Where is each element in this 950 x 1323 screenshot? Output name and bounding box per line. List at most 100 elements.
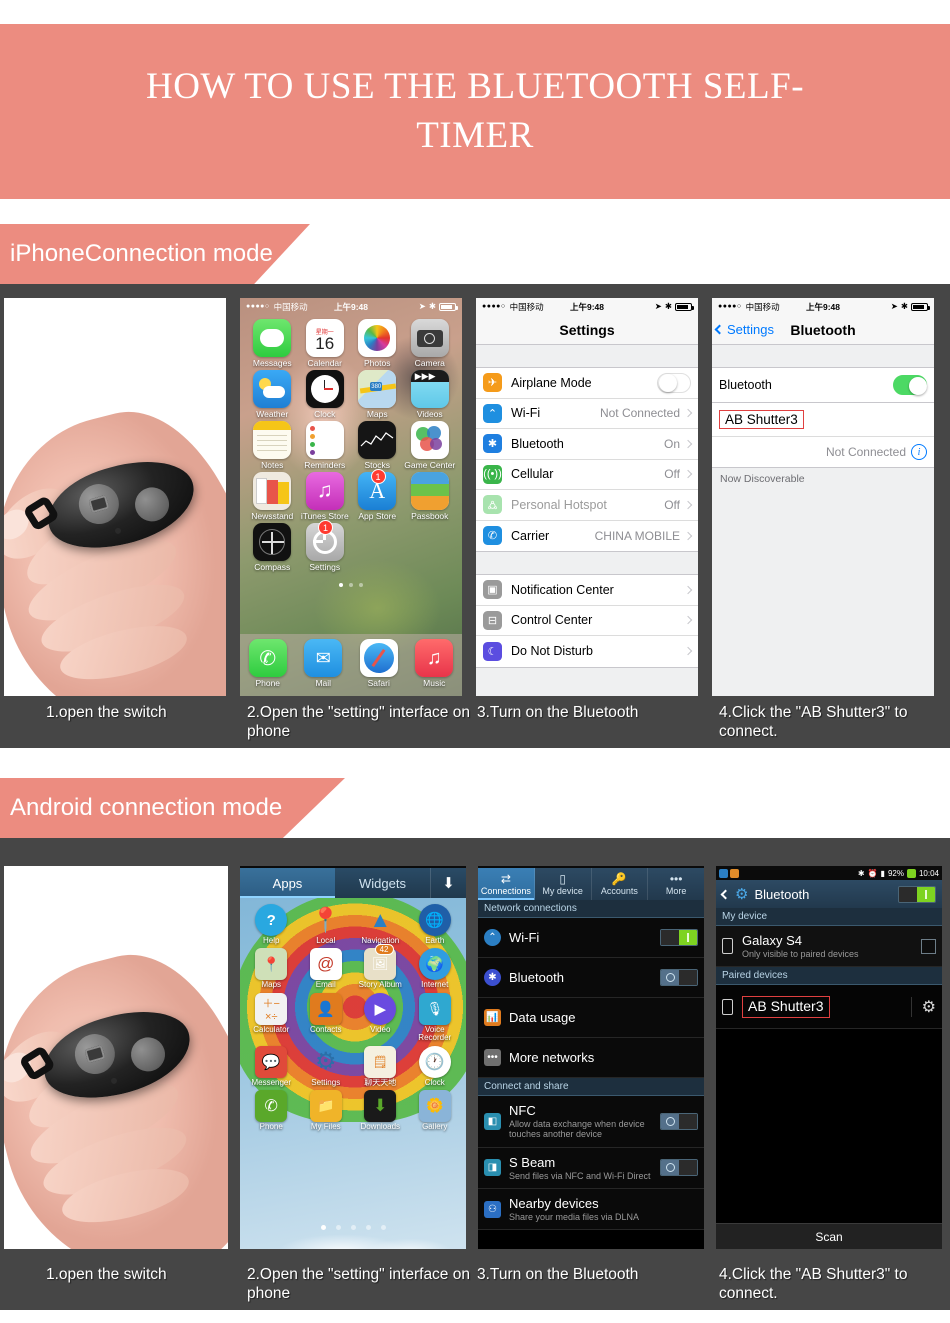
visibility-checkbox[interactable]	[921, 938, 936, 954]
shutter-button[interactable]	[74, 479, 124, 529]
dock-app-music[interactable]: ♫ Music	[415, 639, 454, 688]
app-navigation[interactable]: ▲ Navigation	[353, 904, 408, 945]
app-clock[interactable]: 🕐 Clock	[408, 1045, 463, 1087]
power-button[interactable]	[127, 1033, 170, 1076]
device-settings-gear-icon[interactable]: ⚙	[910, 996, 936, 1017]
app-photos[interactable]: Photos	[351, 319, 404, 368]
app-calendar[interactable]: 星期一 16 Calendar	[299, 319, 352, 368]
app-gallery[interactable]: 🌼 Gallery	[408, 1089, 463, 1131]
app-notes[interactable]: Notes	[246, 421, 299, 470]
bluetooth-toggle-row[interactable]: Bluetooth	[712, 368, 934, 402]
settings-row-notification-center[interactable]: ▣ Notification Center	[476, 575, 698, 606]
app-weather[interactable]: Weather	[246, 370, 299, 419]
app-clock[interactable]: Clock	[299, 370, 352, 419]
app-reminders[interactable]: Reminders	[299, 421, 352, 470]
app-compass[interactable]: Compass	[246, 523, 299, 572]
app-maps[interactable]: 380 Maps	[351, 370, 404, 419]
app-label: Calculator	[253, 1024, 290, 1034]
dock-app-mail[interactable]: ✉ Mail	[304, 639, 343, 688]
app-game-center[interactable]: Game Center	[404, 421, 457, 470]
app-settings[interactable]: 1 Settings	[299, 520, 352, 572]
scan-button[interactable]: Scan	[716, 1223, 942, 1249]
device-status-row[interactable]: Not Connected i	[712, 437, 934, 467]
app-settings[interactable]: ⚙ Settings	[299, 1046, 354, 1087]
device-icon	[722, 998, 733, 1015]
app-camera[interactable]: Camera	[404, 319, 457, 368]
notification-center-icon: ▣	[483, 580, 502, 600]
bluetooth-toggle[interactable]	[898, 885, 936, 903]
tab-label: Connections	[480, 885, 531, 896]
app-videos[interactable]: ▶▶▶ Videos	[404, 370, 457, 419]
app-maps[interactable]: 📍 Maps	[244, 948, 299, 989]
row-my-device[interactable]: Galaxy S4 Only visible to paired devices	[716, 926, 942, 968]
app-app-store[interactable]: 1 A App Store	[351, 469, 404, 521]
row-paired-ab-shutter3[interactable]: AB Shutter3 ⚙	[716, 985, 942, 1030]
nfc-toggle[interactable]	[660, 1112, 698, 1130]
navbar-title: Bluetooth	[790, 321, 856, 338]
app-phone[interactable]: ✆ Phone	[244, 1089, 299, 1131]
row-label: Carrier	[511, 528, 550, 543]
dock-app-safari[interactable]: Safari	[359, 639, 398, 688]
section-tag-android: Android connection mode	[0, 778, 345, 838]
row-more-networks[interactable]: ••• More networks	[478, 1038, 704, 1078]
info-icon[interactable]: i	[911, 444, 927, 460]
app-video[interactable]: ▶ Video	[353, 992, 408, 1043]
tab-my-device[interactable]: ▯ My device	[535, 868, 592, 900]
app-help[interactable]: ? Help	[244, 904, 299, 945]
settings-row-wifi[interactable]: ⌃ Wi-Fi Not Connected	[476, 399, 698, 429]
airplane-mode-toggle[interactable]	[657, 372, 691, 393]
power-button[interactable]	[131, 483, 174, 526]
row-nearby-devices[interactable]: ⚇ Nearby devices Share your media files …	[478, 1189, 704, 1231]
app-my-files[interactable]: 📁 My Files	[299, 1089, 354, 1131]
tab-connections[interactable]: ⇄ Connections	[478, 868, 535, 900]
dock-app-phone[interactable]: ✆ Phone	[248, 639, 287, 688]
row-data-usage[interactable]: 📊 Data usage	[478, 998, 704, 1038]
app-messenger[interactable]: 💬 Messenger	[244, 1045, 299, 1087]
bluetooth-navbar: Settings Bluetooth	[712, 315, 934, 345]
settings-group-network: ✈ Airplane Mode ⌃ Wi-Fi Not Connected ✱ …	[476, 367, 698, 552]
back-button[interactable]: Settings	[714, 322, 774, 337]
s-beam-toggle[interactable]	[660, 1159, 698, 1177]
tab-accounts[interactable]: 🔑 Accounts	[592, 868, 649, 900]
app-passbook[interactable]: Passbook	[404, 472, 457, 521]
app-earth[interactable]: 🌐 Earth	[408, 904, 463, 945]
settings-row-cellular[interactable]: ((•)) Cellular Off	[476, 460, 698, 490]
shutter-button[interactable]	[70, 1029, 120, 1079]
app-chat[interactable]: 🗒 聊天天地	[353, 1045, 408, 1087]
settings-row-carrier[interactable]: ✆ Carrier CHINA MOBILE	[476, 521, 698, 552]
device-row-ab-shutter3[interactable]: AB Shutter3	[712, 403, 934, 437]
app-contacts[interactable]: 👤 Contacts	[299, 992, 354, 1043]
tab-more[interactable]: ••• More	[648, 868, 704, 900]
app-messages[interactable]: Messages	[246, 319, 299, 368]
settings-row-personal-hotspot[interactable]: 🜛 Personal Hotspot Off	[476, 490, 698, 521]
wifi-toggle[interactable]	[660, 929, 698, 946]
back-icon[interactable]	[720, 889, 731, 899]
iphone-step1-photo	[4, 298, 226, 696]
settings-row-do-not-disturb[interactable]: ☾ Do Not Disturb	[476, 636, 698, 667]
caption-step2: 2.Open the "setting" interface on phone	[247, 704, 470, 740]
iphone-panels: ●●●●○ 中国移动 上午9:48 ➤ ✱ Messages 星期一 16 Ca…	[4, 298, 934, 696]
bluetooth-toggle[interactable]	[660, 969, 698, 986]
settings-row-airplane-mode[interactable]: ✈ Airplane Mode	[476, 368, 698, 399]
app-downloads[interactable]: ⬇ Downloads	[353, 1089, 408, 1131]
row-bluetooth[interactable]: ✱ Bluetooth	[478, 958, 704, 998]
row-s-beam[interactable]: ◨ S Beam Send files via NFC and Wi-Fi Di…	[478, 1147, 704, 1190]
download-icon[interactable]: ⬇	[430, 868, 466, 898]
app-local[interactable]: 📍 Local	[299, 904, 354, 945]
tab-apps[interactable]: Apps	[240, 868, 335, 898]
row-sublabel: Share your media files via DLNA	[509, 1212, 640, 1223]
app-internet[interactable]: 🌍 Internet	[408, 948, 463, 989]
row-wifi[interactable]: ⌃ Wi-Fi	[478, 918, 704, 958]
app-stocks[interactable]: Stocks	[351, 421, 404, 470]
settings-row-bluetooth[interactable]: ✱ Bluetooth On	[476, 429, 698, 460]
row-nfc[interactable]: ◧ NFC Allow data exchange when device to…	[478, 1096, 704, 1148]
app-itunes-store[interactable]: ♫ iTunes Store	[299, 472, 352, 521]
app-newsstand[interactable]: Newsstand	[246, 472, 299, 521]
app-story-album[interactable]: 42 🖼 Story Album	[353, 944, 408, 989]
bluetooth-toggle[interactable]	[893, 375, 927, 395]
app-calculator[interactable]: ＋− ×÷ Calculator	[244, 992, 299, 1043]
app-email[interactable]: @ Email	[299, 948, 354, 989]
tab-widgets[interactable]: Widgets	[335, 868, 430, 898]
app-voice-recorder[interactable]: 🎙 Voice Recorder	[408, 992, 463, 1043]
settings-row-control-center[interactable]: ⊟ Control Center	[476, 606, 698, 636]
